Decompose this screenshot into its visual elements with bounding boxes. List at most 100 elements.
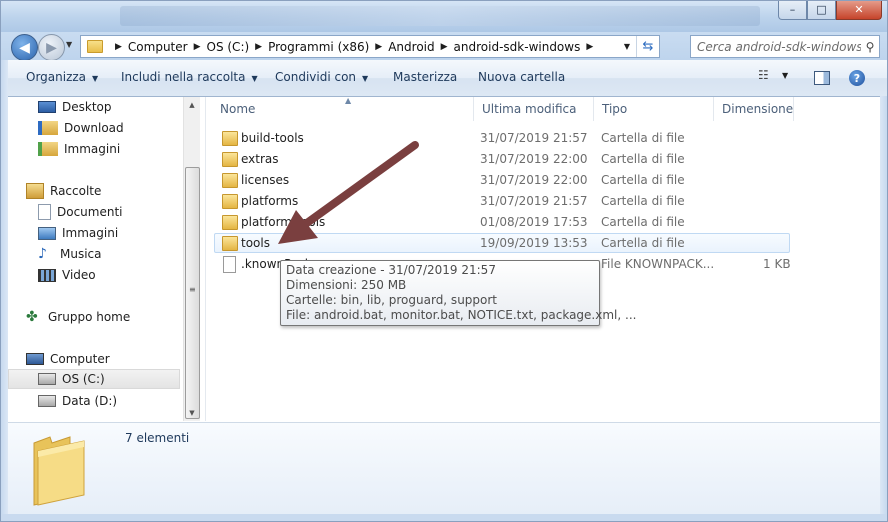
address-history-button[interactable]: ▼ <box>618 42 636 51</box>
recent-pages-button[interactable]: ▼ <box>66 40 72 49</box>
organize-button[interactable]: Organizza ▼ <box>26 70 98 84</box>
breadcrumb-android[interactable]: Android <box>388 40 434 54</box>
nav-item-musica[interactable]: ♪ Musica <box>38 244 102 264</box>
libraries-icon <box>26 183 44 199</box>
column-label: Tipo <box>602 102 628 116</box>
minimize-button[interactable]: – <box>778 0 807 20</box>
chevron-right-icon[interactable]: ▶ <box>255 42 262 52</box>
column-header-size[interactable]: Dimensione <box>714 97 794 121</box>
navigation-pane[interactable]: Desktop Download Immagini Raccolte Docum… <box>8 97 182 421</box>
tooltip-folders: Cartelle: bin, lib, proguard, support <box>286 293 498 307</box>
chevron-down-icon: ▼ <box>92 74 99 83</box>
file-row-tools[interactable]: tools 19/09/2019 13:53 Cartella di file <box>214 233 790 253</box>
chevron-right-icon[interactable]: ▶ <box>586 42 593 52</box>
chevron-up-icon: ▲ <box>189 101 195 109</box>
nav-item-documenti[interactable]: Documenti <box>38 202 123 222</box>
maximize-button[interactable]: □ <box>807 0 836 20</box>
nav-item-video[interactable]: Video <box>38 265 96 285</box>
breadcrumb-os-c[interactable]: OS (C:) <box>207 40 250 54</box>
nav-label: Immagini <box>64 142 121 156</box>
nav-item-immagini-fav[interactable]: Immagini <box>38 139 120 159</box>
scroll-thumb[interactable]: ≡ <box>185 167 200 419</box>
scroll-down-button[interactable]: ▼ <box>184 405 200 421</box>
close-button[interactable]: ✕ <box>836 0 882 20</box>
drive-icon <box>38 373 56 385</box>
chevron-down-icon: ▼ <box>623 42 631 51</box>
nav-item-gruppo-home[interactable]: ✤ Gruppo home <box>26 307 130 327</box>
nav-item-desktop[interactable]: Desktop <box>38 97 112 117</box>
folder-icon <box>222 236 238 251</box>
change-view-button[interactable]: ☷ ▼ <box>758 68 788 82</box>
arrow-left-icon: ◀ <box>19 39 30 56</box>
help-button[interactable]: ? <box>849 70 865 86</box>
file-row-platform-tools[interactable]: platform-tools 01/08/2019 17:53 Cartella… <box>214 212 790 232</box>
file-row-licenses[interactable]: licenses 31/07/2019 22:00 Cartella di fi… <box>214 170 790 190</box>
column-header-modified[interactable]: Ultima modifica <box>474 97 594 121</box>
burn-button[interactable]: Masterizza <box>393 70 457 84</box>
address-bar-controls: ▼ ⇆ <box>618 36 659 57</box>
nav-item-immagini[interactable]: Immagini <box>38 223 118 243</box>
file-list[interactable]: Nome ▲ Ultima modifica Tipo Dimensione bu… <box>205 96 888 421</box>
file-type: Cartella di file <box>601 173 685 187</box>
file-type: Cartella di file <box>601 152 685 166</box>
search-icon[interactable]: ⚲ <box>861 40 879 54</box>
back-button[interactable]: ◀ <box>11 34 38 61</box>
command-bar: Organizza ▼ Includi nella raccolta ▼ Condi… <box>0 60 888 97</box>
navigation-scrollbar[interactable]: ▲ ≡ ▼ <box>183 97 200 421</box>
nav-item-computer[interactable]: Computer <box>26 349 110 369</box>
nav-item-download[interactable]: Download <box>38 118 124 138</box>
title-bar[interactable]: – □ ✕ <box>0 0 888 32</box>
breadcrumb-computer[interactable]: Computer <box>128 40 188 54</box>
search-placeholder: Cerca android-sdk-windows <box>697 39 861 54</box>
file-row-extras[interactable]: extras 31/07/2019 22:00 Cartella di file <box>214 149 790 169</box>
new-folder-button[interactable]: Nuova cartella <box>478 70 565 84</box>
search-input[interactable]: Cerca android-sdk-windows ⚲ <box>690 35 880 58</box>
refresh-button[interactable]: ⇆ <box>636 36 659 57</box>
column-header-name[interactable]: Nome ▲ <box>212 96 474 121</box>
window-frame-right <box>880 96 888 522</box>
scroll-up-button[interactable]: ▲ <box>184 97 200 113</box>
nav-label: Immagini <box>62 226 119 240</box>
tooltip-size: Dimensioni: 250 MB <box>286 278 407 292</box>
close-icon: ✕ <box>854 3 864 16</box>
preview-pane-button[interactable] <box>814 71 830 85</box>
homegroup-icon: ✤ <box>26 309 38 325</box>
chevron-right-icon[interactable]: ▶ <box>194 42 201 52</box>
file-name: licenses <box>241 173 290 187</box>
explorer-window: – □ ✕ ◀ ▶ ▼ ▶ Computer ▶ OS (C:) ▶ Progr… <box>0 0 888 522</box>
chevron-right-icon[interactable]: ▶ <box>375 42 382 52</box>
maximize-icon: □ <box>816 3 827 16</box>
chevron-right-icon[interactable]: ▶ <box>115 42 122 52</box>
folder-info-tooltip: Data creazione - 31/07/2019 21:57 Dimens… <box>280 260 636 326</box>
nav-item-os-c[interactable]: OS (C:) <box>8 369 180 389</box>
folder-icon <box>222 215 238 230</box>
tooltip-files: File: android.bat, monitor.bat, NOTICE.t… <box>286 308 637 322</box>
window-frame-left <box>0 60 8 522</box>
column-header-type[interactable]: Tipo <box>594 97 714 121</box>
forward-button[interactable]: ▶ <box>38 34 65 61</box>
chevron-right-icon[interactable]: ▶ <box>441 42 448 52</box>
file-row-build-tools[interactable]: build-tools 31/07/2019 21:57 Cartella di… <box>214 128 790 148</box>
title-bar-background <box>120 6 760 26</box>
nav-label: Data (D:) <box>62 394 118 408</box>
file-type: Cartella di file <box>601 215 685 229</box>
address-bar[interactable]: ▶ Computer ▶ OS (C:) ▶ Programmi (x86) ▶… <box>80 35 660 58</box>
desktop-icon <box>38 101 56 113</box>
file-name: tools <box>241 236 270 250</box>
file-size: 1 KB <box>763 257 791 271</box>
folder-icon <box>222 173 238 188</box>
nav-item-data-d[interactable]: Data (D:) <box>38 391 117 411</box>
file-row-platforms[interactable]: platforms 31/07/2019 21:57 Cartella di f… <box>214 191 790 211</box>
file-date: 19/09/2019 13:53 <box>480 236 588 250</box>
arrow-right-icon: ▶ <box>46 39 57 56</box>
breadcrumb-android-sdk[interactable]: android-sdk-windows <box>454 40 581 54</box>
tooltip-created: Data creazione - 31/07/2019 21:57 <box>286 263 496 277</box>
file-name: platforms <box>241 194 299 208</box>
nav-label: Musica <box>60 247 102 261</box>
folder-icon <box>222 131 238 146</box>
breadcrumb-programmi[interactable]: Programmi (x86) <box>268 40 369 54</box>
share-with-button[interactable]: Condividi con ▼ <box>275 70 368 84</box>
include-in-library-button[interactable]: Includi nella raccolta ▼ <box>121 70 258 84</box>
video-icon <box>38 268 56 282</box>
nav-item-raccolte[interactable]: Raccolte <box>26 181 101 201</box>
